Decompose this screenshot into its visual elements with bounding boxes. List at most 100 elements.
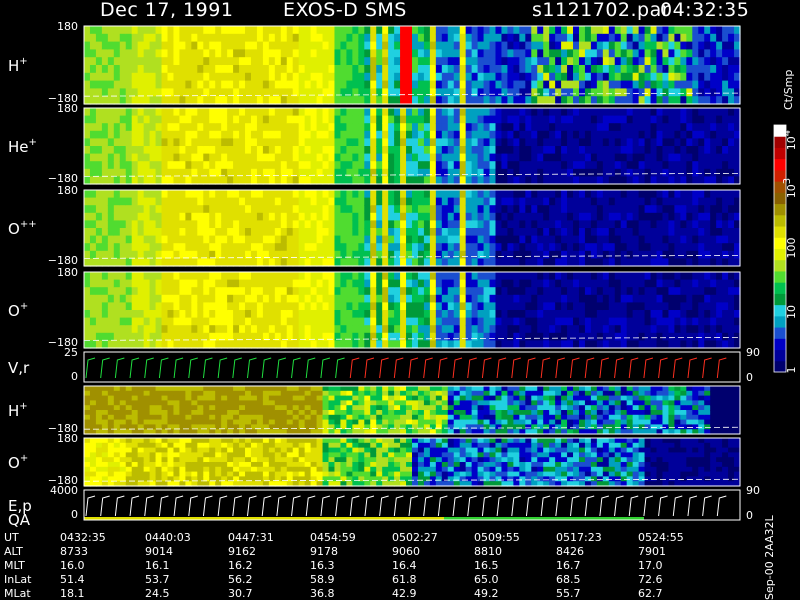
heatmap-cell [239,287,246,296]
heatmap-cell [286,228,294,237]
heatmap-cell [125,65,133,74]
heatmap-cell [519,41,526,50]
heatmap-cell [412,153,419,162]
heatmap-cell [680,80,687,89]
heatmap-cell [155,317,163,326]
heatmap-cell [107,123,115,132]
heatmap-cell [406,317,413,326]
heatmap-cell [710,197,717,206]
heatmap-cell [179,287,186,296]
heatmap-cell [215,310,222,319]
heatmap-cell [626,41,634,50]
heatmap-cell [292,80,300,89]
heatmap-cell [459,235,467,244]
heatmap-cell [441,205,449,214]
heatmap-cell [340,310,347,319]
heatmap-cell [185,220,192,229]
heatmap-cell [173,26,181,35]
heatmap-cell [388,108,395,117]
heatmap-cell [698,108,705,117]
heatmap-cell [250,26,258,35]
heatmap-cell [602,294,610,303]
heatmap-cell [286,115,294,124]
heatmap-cell [209,153,216,162]
heatmap-cell [602,65,610,74]
heatmap-cell [584,332,592,341]
heatmap-cell [584,228,592,237]
heatmap-cell [256,96,264,105]
heatmap-cell [221,49,228,58]
heatmap-cell [167,325,175,334]
heatmap-cell [316,325,324,334]
heatmap-cell [304,205,312,214]
heatmap-cell [155,386,163,392]
heatmap-cell [292,212,300,221]
heatmap-cell [310,386,318,392]
heatmap-cell [495,332,503,341]
heatmap-cell [453,161,461,170]
heatmap-cell [245,33,252,43]
heatmap-cell [245,123,252,132]
heatmap-cell [578,190,586,199]
heatmap-cell [644,41,652,50]
heatmap-cell [203,302,210,311]
heatmap-cell [668,96,675,105]
heatmap-cell [507,325,514,334]
heatmap-cell [149,410,157,416]
heatmap-cell [543,88,550,97]
heatmap-cell [262,72,270,82]
heatmap-cell [328,272,336,281]
heatmap-cell [632,332,640,341]
heatmap-cell [358,287,365,296]
heatmap-cell [131,212,139,221]
heatmap-cell [674,317,681,326]
heatmap-cell [465,332,473,341]
heatmap-cell [84,161,91,170]
heatmap-cell [716,146,723,155]
heatmap-cell [256,405,264,411]
heatmap-cell [370,228,377,237]
heatmap-cell [668,168,675,177]
heatmap-cell [310,41,318,50]
heatmap-cell [185,243,192,252]
heatmap-cell [340,410,347,416]
heatmap-cell [316,235,324,244]
heatmap-cell [382,220,389,229]
heatmap-cell [215,138,222,147]
heatmap-cell [722,317,729,326]
heatmap-cell [286,205,294,214]
heatmap-cell [519,108,526,117]
heatmap-cell [155,400,163,406]
heatmap-cell [578,138,586,147]
heatmap-cell [322,317,330,326]
heatmap-cell [578,96,586,105]
heatmap-cell [256,340,264,349]
heatmap-cell [573,138,580,147]
heatmap-cell [167,80,175,89]
heatmap-cell [113,287,121,296]
heatmap-cell [376,279,383,288]
heatmap-cell [441,146,449,155]
heatmap-cell [412,138,419,147]
heatmap-cell [131,176,139,185]
heatmap-cell [203,26,210,35]
heatmap-cell [221,190,228,199]
heatmap-cell [716,96,723,105]
heatmap-cell [233,390,240,397]
heatmap-cell [340,332,347,341]
heatmap-cell [656,65,664,74]
heatmap-cell [173,279,181,288]
heatmap-cell [185,317,192,326]
heatmap-cell [125,33,133,43]
heatmap-cell [286,220,294,229]
heatmap-cell [203,123,210,132]
heatmap-cell [674,153,681,162]
heatmap-cell [704,65,711,74]
heatmap-cell [167,294,175,303]
heatmap-cell [191,190,198,199]
heatmap-cell [447,212,455,221]
heatmap-cell [274,294,282,303]
heatmap-cell [358,340,365,349]
heatmap-cell [489,26,497,35]
heatmap-cell [656,153,664,162]
